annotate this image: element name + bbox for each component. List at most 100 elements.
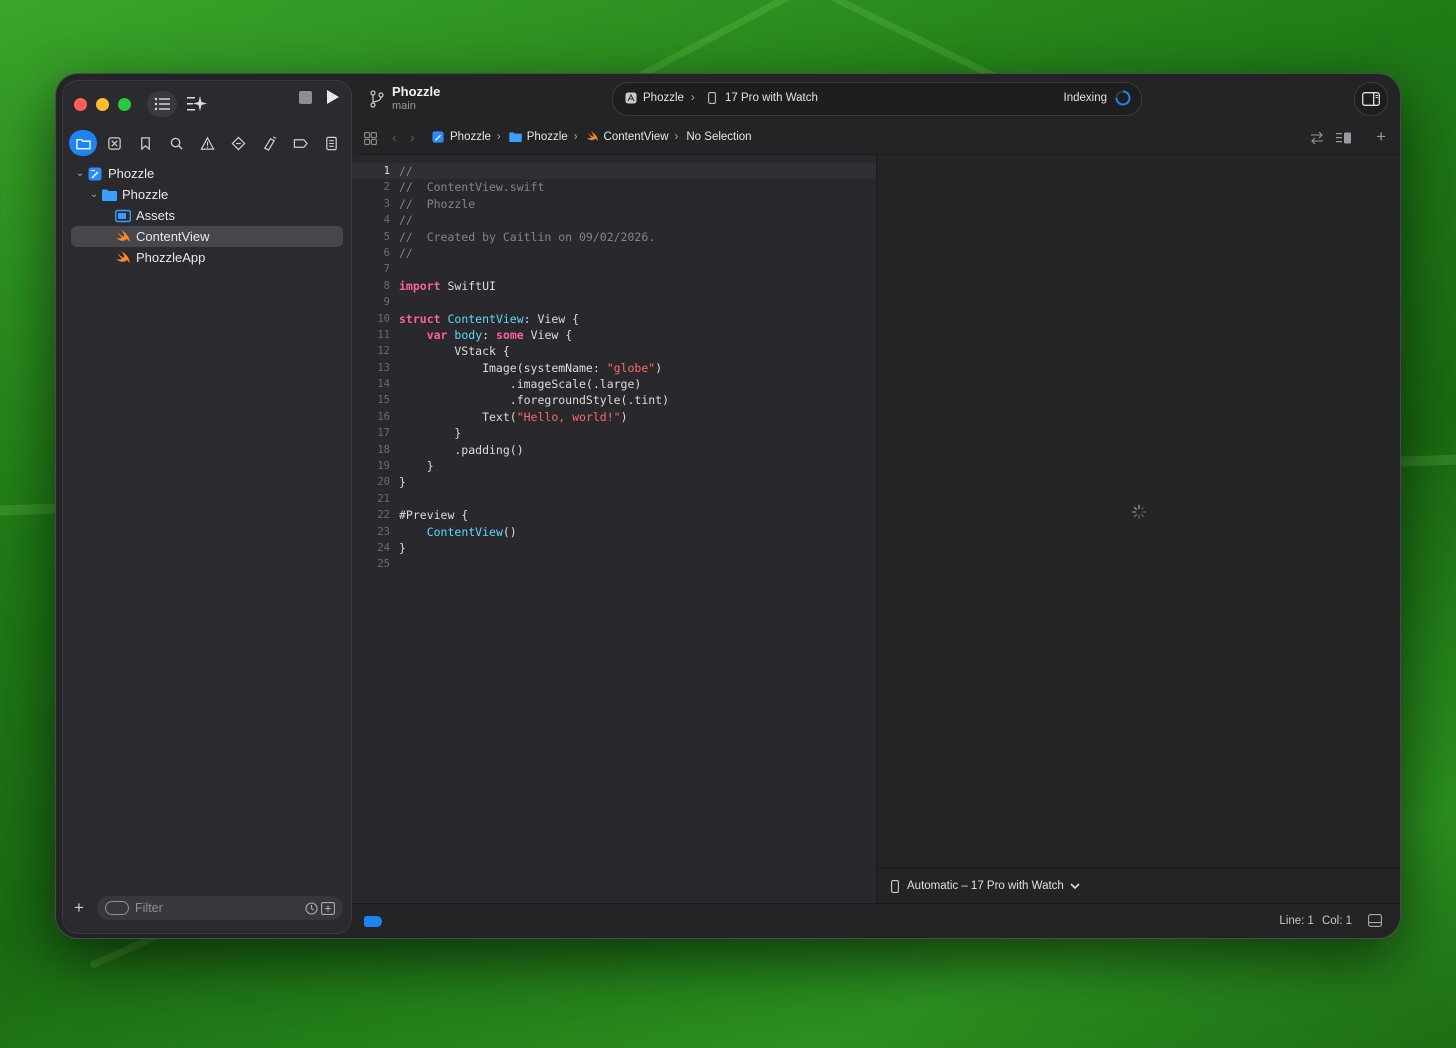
code-line[interactable]: 19 } [352,458,876,474]
tree-item-project[interactable]: ⌄ Phozzle [71,163,343,184]
jump-bar: ‹ › Phozzle › Phozzle › ContentView › No… [356,122,1400,155]
zoom-window-button[interactable] [118,98,131,111]
line-number: 3 [383,197,390,210]
code-line[interactable]: 9 [352,294,876,310]
tab-source-control-navigator[interactable] [100,130,128,156]
code-line[interactable]: 23 ContentView() [352,524,876,540]
line-number: 9 [383,296,390,309]
scheme-label: Phozzle [643,92,684,104]
code-text: Image(systemName: "globe") [399,360,663,375]
destination-menu[interactable]: 17 Pro with Watch [708,92,818,104]
inspector-toggle-button[interactable] [1354,82,1388,116]
breadcrumb-item-selection[interactable]: No Selection [686,131,751,143]
breadcrumb-label: Phozzle [450,131,491,143]
add-file-button[interactable]: + [71,898,87,918]
cursor-position: Line: 1 Col: 1 [1279,915,1352,927]
editor-options-icon[interactable] [1336,132,1352,144]
forward-button[interactable]: › [410,129,415,145]
line-number: 2 [383,181,390,194]
run-button[interactable] [326,89,340,110]
tab-debug-navigator[interactable] [255,130,283,156]
code-line[interactable]: 4 // [352,212,876,228]
code-text: Text("Hello, world!") [399,409,628,424]
scheme-menu[interactable]: Phozzle › [625,92,695,104]
code-line[interactable]: 15 .foregroundStyle(.tint) [352,392,876,408]
code-line[interactable]: 13 Image(systemName: "globe") [352,360,876,376]
code-line[interactable]: 1 // [352,163,876,180]
filter-options-icon[interactable] [105,901,129,915]
stop-button[interactable] [299,91,312,104]
minimize-window-button[interactable] [96,98,109,111]
swift-file-icon [115,229,131,244]
navigator-sidebar: ⌄ Phozzle ⌄ Phozzle Assets ContentView P… [62,80,352,934]
code-text: ContentView() [426,524,517,539]
tree-item-group[interactable]: ⌄ Phozzle [71,184,343,205]
chevron-down-icon[interactable]: ⌄ [73,168,87,179]
source-editor[interactable]: 1 // 2 // ContentView.swift 3 // Phozzle 4 // 5 /… [352,155,877,903]
breadcrumb-item-group[interactable]: Phozzle [509,131,568,143]
swift-file-icon [586,131,598,142]
code-line[interactable]: 25 [352,556,876,572]
code-line[interactable]: 8 import SwiftUI [352,278,876,294]
tree-item-label: Assets [136,208,176,223]
recent-files-icon[interactable] [305,901,318,915]
filter-input[interactable]: Filter [97,896,343,920]
code-area[interactable]: 1 // 2 // ContentView.swift 3 // Phozzle 4 // 5 /… [352,163,876,573]
preview-device-menu[interactable]: Automatic – 17 Pro with Watch [891,879,1080,893]
coding-assistant-button[interactable] [183,91,211,117]
code-line[interactable]: 21 [352,491,876,507]
asset-catalog-icon [115,209,131,223]
tab-breakpoint-navigator[interactable] [286,130,314,156]
line-number: 1 [383,165,390,177]
code-line[interactable]: 22 #Preview { [352,507,876,523]
tab-report-navigator[interactable] [317,130,345,156]
code-line[interactable]: 3 // Phozzle [352,196,876,212]
code-line[interactable]: 18 .padding() [352,442,876,458]
code-line[interactable]: 16 Text("Hello, world!") [352,409,876,425]
swap-arrows-icon[interactable] [1310,131,1324,145]
tree-item-phozzleapp[interactable]: PhozzleApp [71,247,343,268]
loading-spinner-icon [1131,504,1147,520]
code-line[interactable]: 11 var body: some View { [352,327,876,343]
sparkle-icon [187,96,207,111]
related-items-icon[interactable] [364,132,377,145]
source-control-filter-icon[interactable] [321,901,335,915]
code-text: .padding() [399,442,524,457]
bookmark-icon [140,136,150,150]
status-text: Indexing [1063,92,1107,104]
code-text: import SwiftUI [399,278,496,293]
list-icon [154,97,170,111]
tree-item-assets[interactable]: Assets [71,205,343,226]
code-line[interactable]: 14 .imageScale(.large) [352,376,876,392]
toggle-navigator-button[interactable] [147,91,177,117]
back-button[interactable]: ‹ [392,129,397,145]
line-number: 21 [377,492,390,505]
tab-bookmark-navigator[interactable] [131,130,159,156]
breakpoints-toggle-button[interactable] [364,916,382,927]
tab-issue-navigator[interactable] [193,130,221,156]
breadcrumb-item-project[interactable]: Phozzle [432,131,491,143]
tree-item-label: ContentView [136,229,210,244]
code-line[interactable]: 7 [352,261,876,277]
activity-viewer: Phozzle › 17 Pro with Watch Indexing [612,82,1142,116]
code-line[interactable]: 12 VStack { [352,343,876,359]
add-editor-button[interactable]: + [1376,127,1386,147]
code-line[interactable]: 6 // [352,245,876,261]
tab-find-navigator[interactable] [162,130,190,156]
debug-area-toggle-icon[interactable] [1368,914,1382,927]
chevron-right-icon: › [496,131,501,143]
folder-icon [509,132,522,142]
tab-project-navigator[interactable] [69,130,97,156]
tab-test-navigator[interactable] [224,130,252,156]
tree-item-contentview[interactable]: ContentView [71,226,343,247]
code-line[interactable]: 24} [352,540,876,556]
code-line[interactable]: 2 // ContentView.swift [352,179,876,195]
breadcrumb-item-file[interactable]: ContentView [586,131,669,143]
code-line[interactable]: 20} [352,474,876,490]
close-window-button[interactable] [74,98,87,111]
code-line[interactable]: 17 } [352,425,876,441]
play-icon [327,90,339,104]
chevron-down-icon[interactable]: ⌄ [87,189,101,200]
code-line[interactable]: 10 struct ContentView: View { [352,311,876,327]
code-line[interactable]: 5 // Created by Caitlin on 09/02/2026. [352,229,876,245]
